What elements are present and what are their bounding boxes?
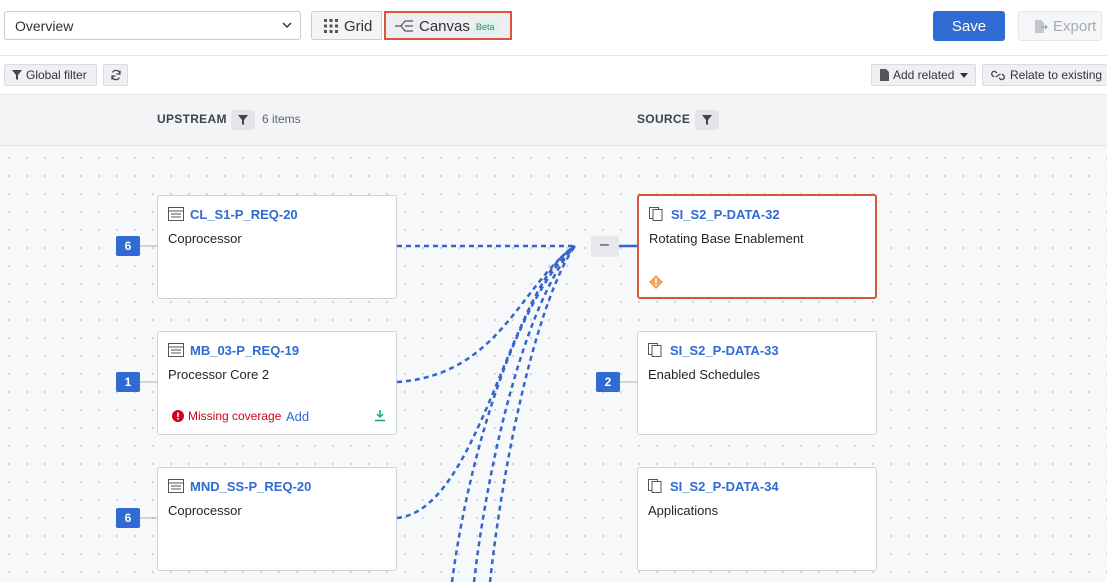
global-filter-button[interactable]: Global filter — [4, 64, 97, 86]
global-filter-label: Global filter — [26, 68, 87, 82]
relation-line — [396, 244, 576, 384]
add-related-label: Add related — [893, 68, 955, 82]
upstream-card[interactable]: CL_S1-P_REQ-20 Coprocessor — [157, 195, 397, 299]
data-item-icon — [649, 207, 663, 221]
canvas-view-button[interactable]: Canvas Beta — [384, 11, 512, 40]
item-id-link[interactable]: MND_SS-P_REQ-20 — [190, 479, 311, 494]
missing-coverage-text: Missing coverage — [188, 409, 282, 423]
refresh-button[interactable] — [103, 64, 128, 86]
source-column-title: SOURCE — [637, 112, 691, 126]
relation-count-badge[interactable]: 1 — [116, 372, 140, 392]
view-select[interactable]: Overview — [4, 11, 301, 40]
upstream-card[interactable]: MB_03-P_REQ-19 Processor Core 2 Missing … — [157, 331, 397, 435]
export-label: Export — [1053, 18, 1097, 35]
item-title: Processor Core 2 — [168, 367, 270, 382]
item-id-link[interactable]: SI_S2_P-DATA-33 — [670, 343, 779, 358]
add-related-button[interactable]: Add related — [871, 64, 976, 86]
document-icon — [880, 69, 889, 81]
upstream-card[interactable]: MND_SS-P_REQ-20 Coprocessor — [157, 467, 397, 571]
refresh-icon — [111, 69, 121, 81]
error-icon — [172, 410, 184, 422]
requirement-icon — [168, 343, 184, 357]
chevron-down-icon — [282, 22, 292, 29]
requirement-icon — [168, 207, 184, 221]
data-item-icon — [648, 479, 662, 493]
relation-count-badge[interactable]: 6 — [116, 508, 140, 528]
item-id-link[interactable]: SI_S2_P-DATA-34 — [670, 479, 779, 494]
item-id-link[interactable]: SI_S2_P-DATA-32 — [671, 207, 780, 222]
relation-line — [396, 244, 576, 520]
relation-line — [450, 245, 576, 582]
data-item-icon — [648, 343, 662, 357]
upstream-item-count: 6 items — [262, 112, 301, 126]
item-title: Rotating Base Enablement — [649, 231, 804, 246]
relation-line — [488, 245, 577, 582]
download-icon[interactable] — [374, 409, 386, 422]
caret-down-icon — [960, 73, 968, 78]
filter-icon — [702, 115, 712, 125]
link-icon — [991, 70, 1005, 81]
export-button[interactable]: Export — [1018, 11, 1102, 41]
relate-existing-label: Relate to existing — [1010, 68, 1103, 82]
requirement-icon — [168, 479, 184, 493]
source-card[interactable]: SI_S2_P-DATA-33 Enabled Schedules — [637, 331, 877, 435]
canvas-label: Canvas — [419, 18, 470, 35]
column-header-bar: UPSTREAM 6 items SOURCE — [0, 95, 1107, 146]
relation-count-badge[interactable]: 6 — [116, 236, 140, 256]
top-toolbar: Overview Grid Canvas Beta Save Export — [0, 0, 1107, 56]
save-button[interactable]: Save — [933, 11, 1005, 41]
upstream-filter-button[interactable] — [231, 110, 255, 130]
collapse-symbol: – — [600, 236, 609, 253]
filter-icon — [12, 70, 22, 80]
export-icon — [1035, 20, 1048, 33]
grid-label: Grid — [344, 18, 373, 35]
source-filter-button[interactable] — [695, 110, 719, 130]
view-select-value: Overview — [15, 18, 74, 34]
secondary-toolbar: Global filter Add related Relate to exis… — [0, 56, 1107, 95]
grid-icon — [324, 19, 338, 33]
source-card-selected[interactable]: SI_S2_P-DATA-32 Rotating Base Enablement — [637, 194, 877, 299]
canvas-icon — [395, 20, 413, 32]
beta-badge: Beta — [473, 21, 498, 34]
filter-icon — [238, 115, 248, 125]
grid-view-button[interactable]: Grid — [311, 11, 382, 40]
warning-diamond-icon — [649, 275, 663, 289]
source-card[interactable]: SI_S2_P-DATA-34 Applications — [637, 467, 877, 571]
relation-count-badge[interactable]: 2 — [596, 372, 620, 392]
collapse-toggle[interactable]: – — [591, 236, 619, 257]
item-title: Applications — [648, 503, 719, 518]
item-title: Coprocessor — [168, 231, 242, 246]
relate-existing-button[interactable]: Relate to existing — [982, 64, 1107, 86]
item-title: Enabled Schedules — [648, 367, 761, 382]
upstream-column-title: UPSTREAM — [157, 112, 227, 126]
item-id-link[interactable]: MB_03-P_REQ-19 — [190, 343, 299, 358]
item-id-link[interactable]: CL_S1-P_REQ-20 — [190, 207, 298, 222]
add-coverage-link[interactable]: Add — [286, 409, 309, 424]
item-title: Coprocessor — [168, 503, 242, 518]
